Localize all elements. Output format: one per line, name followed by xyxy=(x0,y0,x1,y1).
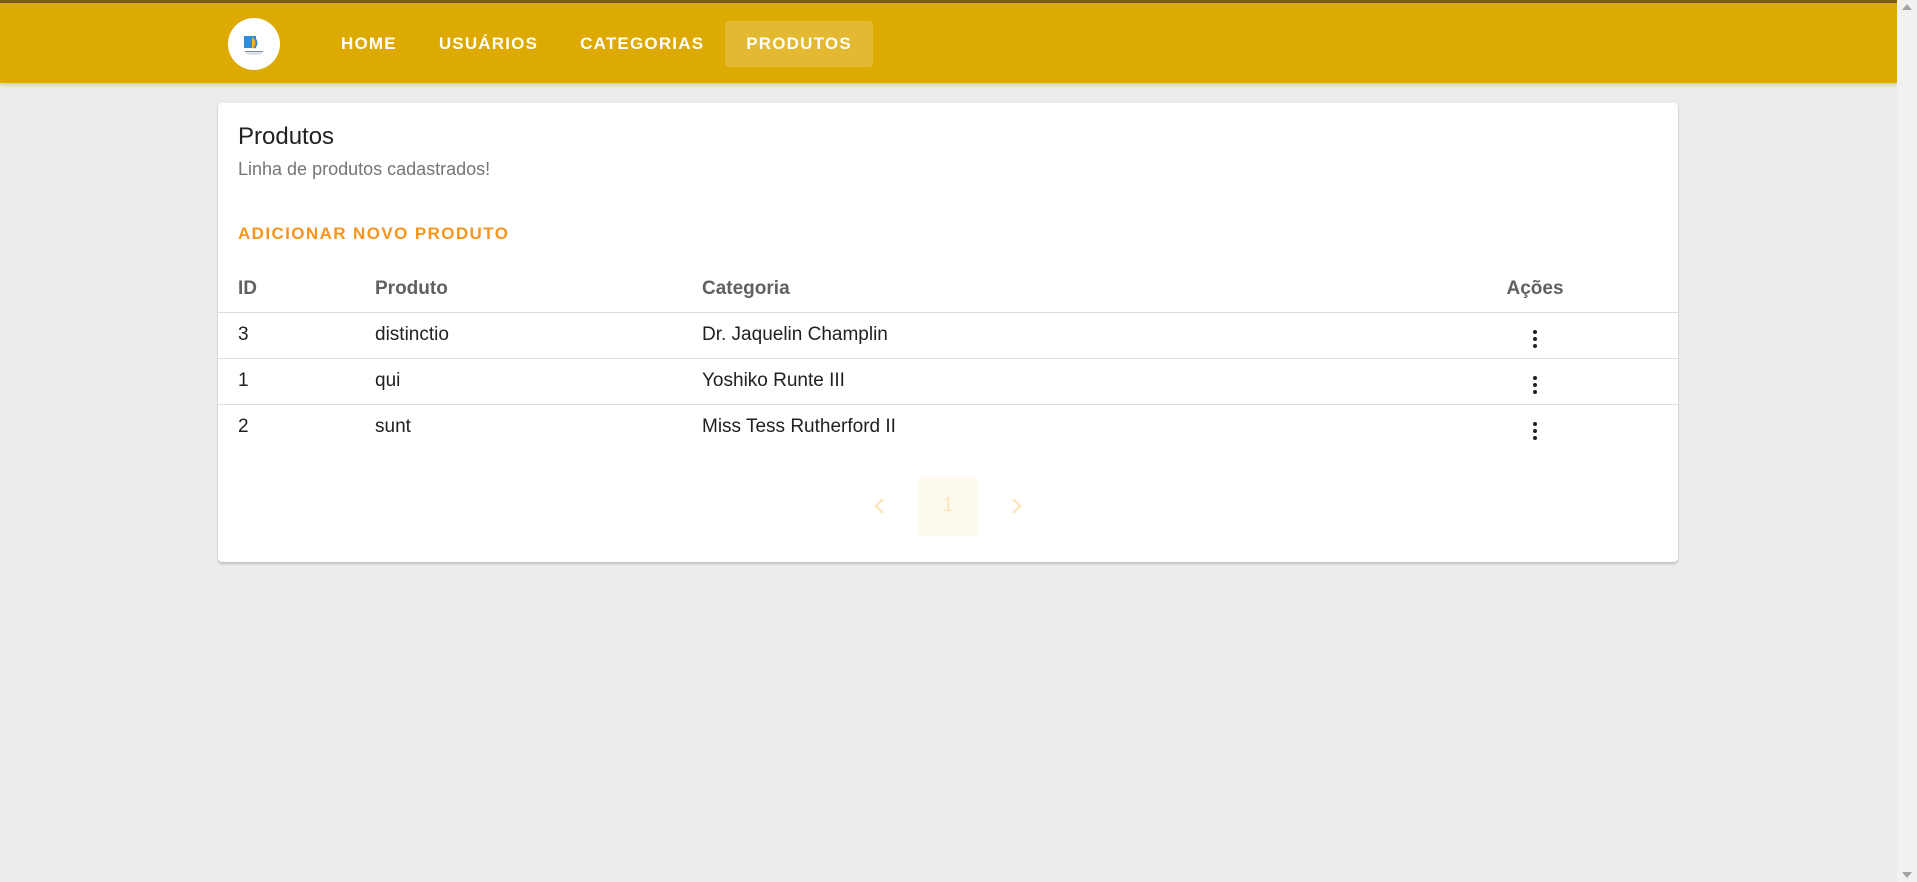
cell-categoria: Dr. Jaquelin Champlin xyxy=(702,311,1472,358)
cell-id: 2 xyxy=(218,403,375,450)
more-vert-icon[interactable] xyxy=(1523,372,1547,398)
cell-produto: sunt xyxy=(375,403,702,450)
cell-acoes xyxy=(1472,403,1598,450)
nav-produtos[interactable]: PRODUTOS xyxy=(725,21,873,67)
cell-id: 3 xyxy=(218,311,375,358)
column-header-produto[interactable]: Produto xyxy=(375,266,702,312)
logo[interactable] xyxy=(228,18,280,70)
cell-categoria: Yoshiko Runte III xyxy=(702,357,1472,404)
column-header-id[interactable]: ID xyxy=(218,266,375,312)
cell-id: 1 xyxy=(218,357,375,404)
chevron-right-icon[interactable] xyxy=(994,484,1038,528)
cell-spacer xyxy=(1598,311,1678,358)
cell-produto: distinctio xyxy=(375,311,702,358)
cell-produto: qui xyxy=(375,357,702,404)
logo-icon xyxy=(244,36,263,55)
products-table: ID Produto Categoria Ações 3 distinctio … xyxy=(218,266,1678,450)
nav-home[interactable]: HOME xyxy=(320,21,418,67)
more-vert-icon[interactable] xyxy=(1523,326,1547,352)
table-row: 2 sunt Miss Tess Rutherford II xyxy=(218,403,1678,450)
cell-spacer xyxy=(1598,357,1678,404)
cell-acoes xyxy=(1472,357,1598,404)
cell-categoria: Miss Tess Rutherford II xyxy=(702,403,1472,450)
products-card: Produtos Linha de produtos cadastrados! … xyxy=(218,103,1678,562)
cell-acoes xyxy=(1472,311,1598,358)
column-spacer xyxy=(1598,266,1678,312)
app-bar: HOME USUÁRIOS CATEGORIAS PRODUTOS xyxy=(0,3,1897,83)
add-product-button[interactable]: ADICIONAR NOVO PRODUTO xyxy=(228,215,519,253)
table-row: 1 qui Yoshiko Runte III xyxy=(218,357,1678,404)
chevron-left-icon[interactable] xyxy=(858,484,902,528)
table-header-row: ID Produto Categoria Ações xyxy=(218,266,1678,312)
nav-usuarios[interactable]: USUÁRIOS xyxy=(418,21,559,67)
table-row: 3 distinctio Dr. Jaquelin Champlin xyxy=(218,311,1678,358)
column-header-acoes: Ações xyxy=(1506,277,1564,299)
page-title: Produtos xyxy=(238,123,335,150)
more-vert-icon[interactable] xyxy=(1523,418,1547,444)
page-scrollbar[interactable] xyxy=(1897,0,1917,882)
column-header-categoria[interactable]: Categoria xyxy=(702,266,1472,312)
pagination: 1 xyxy=(218,476,1678,536)
scroll-up-icon[interactable] xyxy=(1902,4,1912,10)
nav-categorias[interactable]: CATEGORIAS xyxy=(559,21,725,67)
page-subtitle: Linha de produtos cadastrados! xyxy=(238,159,491,179)
main-nav: HOME USUÁRIOS CATEGORIAS PRODUTOS xyxy=(320,21,873,67)
page-button-current[interactable]: 1 xyxy=(918,476,978,536)
cell-spacer xyxy=(1598,403,1678,450)
scroll-down-icon[interactable] xyxy=(1902,872,1912,878)
